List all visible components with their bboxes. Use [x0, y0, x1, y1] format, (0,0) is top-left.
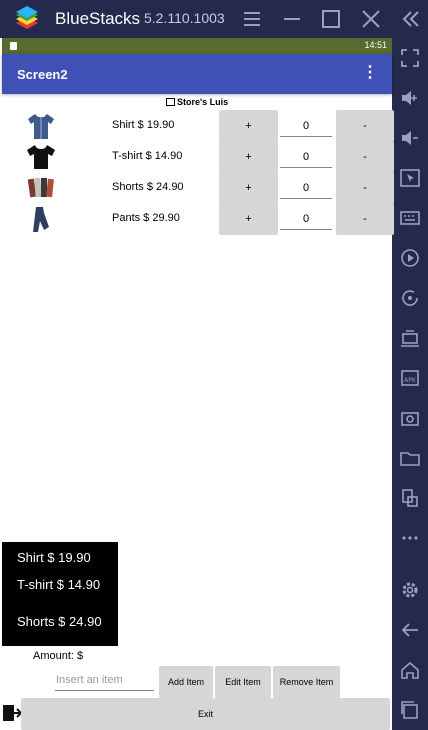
shirt-icon	[28, 114, 54, 139]
folder-icon[interactable]	[399, 447, 421, 469]
app-version: 5.2.110.1003	[144, 10, 225, 26]
emulator-sidebar: APK	[392, 38, 428, 730]
rotate-icon[interactable]	[399, 287, 421, 309]
product-row-shorts: Shorts $ 24.90 + 0 -	[2, 172, 394, 204]
decrease-pants-button[interactable]: -	[336, 203, 394, 235]
recents-icon[interactable]	[399, 699, 421, 721]
store-label: Store's Luis	[166, 97, 228, 107]
volume-up-icon[interactable]	[399, 87, 421, 109]
pants-quantity-field[interactable]: 0	[280, 209, 332, 230]
remove-item-button[interactable]: Remove Item	[273, 666, 340, 698]
cart-list-item[interactable]: Shorts $ 24.90	[17, 613, 112, 630]
more-icon[interactable]	[399, 527, 421, 549]
product-label: Shirt $ 19.90	[112, 119, 175, 131]
macro-icon[interactable]	[399, 327, 421, 349]
settings-icon[interactable]	[399, 579, 421, 601]
status-time: 14:51	[364, 40, 387, 50]
increase-shirt-button[interactable]: +	[219, 110, 278, 142]
multi-instance-icon[interactable]	[399, 487, 421, 509]
app-name: BlueStacks	[55, 9, 141, 28]
cart-list-item[interactable]: T-shirt $ 14.90	[17, 576, 112, 593]
exit-button[interactable]: Exit	[21, 698, 390, 730]
product-label: T-shirt $ 14.90	[112, 150, 183, 162]
increase-shorts-button[interactable]: +	[219, 172, 278, 204]
increase-tshirt-button[interactable]: +	[219, 141, 278, 173]
maximize-icon[interactable]	[320, 8, 342, 30]
product-label: Pants $ 29.90	[112, 212, 180, 224]
screen-title: Screen2	[17, 67, 68, 82]
back-icon[interactable]	[399, 619, 421, 641]
product-row-tshirt: T-shirt $ 14.90 + 0 -	[2, 141, 394, 173]
overflow-menu-icon[interactable]: ⋮	[362, 65, 378, 81]
shorts-icon	[27, 177, 54, 198]
decrease-shirt-button[interactable]: -	[336, 110, 394, 142]
fullscreen-icon[interactable]	[399, 47, 421, 69]
screenshot-icon[interactable]	[399, 407, 421, 429]
product-row-pants: Pants $ 29.90 + 0 -	[2, 203, 394, 235]
close-icon[interactable]	[360, 8, 382, 30]
home-icon[interactable]	[399, 659, 421, 681]
bluestacks-logo-icon	[16, 6, 38, 29]
increase-pants-button[interactable]: +	[219, 203, 278, 235]
decrease-shorts-button[interactable]: -	[336, 172, 394, 204]
collapse-sidebar-icon[interactable]	[400, 8, 422, 30]
apk-icon[interactable]: APK	[399, 367, 421, 389]
android-statusbar: 14:51	[2, 38, 392, 54]
pointer-icon[interactable]	[399, 167, 421, 189]
keyboard-icon[interactable]	[399, 207, 421, 229]
edit-item-button[interactable]: Edit Item	[215, 666, 271, 698]
shirt-quantity-field[interactable]: 0	[280, 116, 332, 137]
product-row-shirt: Shirt $ 19.90 + 0 -	[2, 110, 394, 142]
cart-listview[interactable]: Shirt $ 19.90 T-shirt $ 14.90 Shorts $ 2…	[2, 542, 118, 646]
app-toolbar: Screen2 ⋮	[2, 54, 392, 94]
decrease-tshirt-button[interactable]: -	[336, 141, 394, 173]
notification-icon	[10, 42, 17, 50]
item-input-placeholder: Insert an item	[56, 674, 123, 686]
product-label: Shorts $ 24.90	[112, 181, 184, 193]
store-name: Store's Luis	[177, 97, 229, 107]
hamburger-menu-icon[interactable]	[241, 8, 263, 30]
shorts-quantity-field[interactable]: 0	[280, 178, 332, 199]
item-input[interactable]: Insert an item	[55, 672, 154, 691]
cart-list-item[interactable]: Shirt $ 19.90	[17, 549, 112, 566]
volume-down-icon[interactable]	[399, 127, 421, 149]
store-icon	[166, 98, 175, 106]
record-icon[interactable]	[399, 247, 421, 269]
minimize-icon[interactable]	[281, 8, 303, 30]
add-item-button[interactable]: Add Item	[159, 666, 213, 698]
emulator-titlebar: BlueStacks 5.2.110.1003	[0, 0, 428, 38]
exit-icon	[3, 705, 22, 721]
amount-label: Amount: $	[33, 650, 84, 662]
tshirt-icon	[27, 145, 55, 169]
svg-text:APK: APK	[404, 377, 417, 384]
pants-icon	[33, 207, 49, 232]
tshirt-quantity-field[interactable]: 0	[280, 147, 332, 168]
